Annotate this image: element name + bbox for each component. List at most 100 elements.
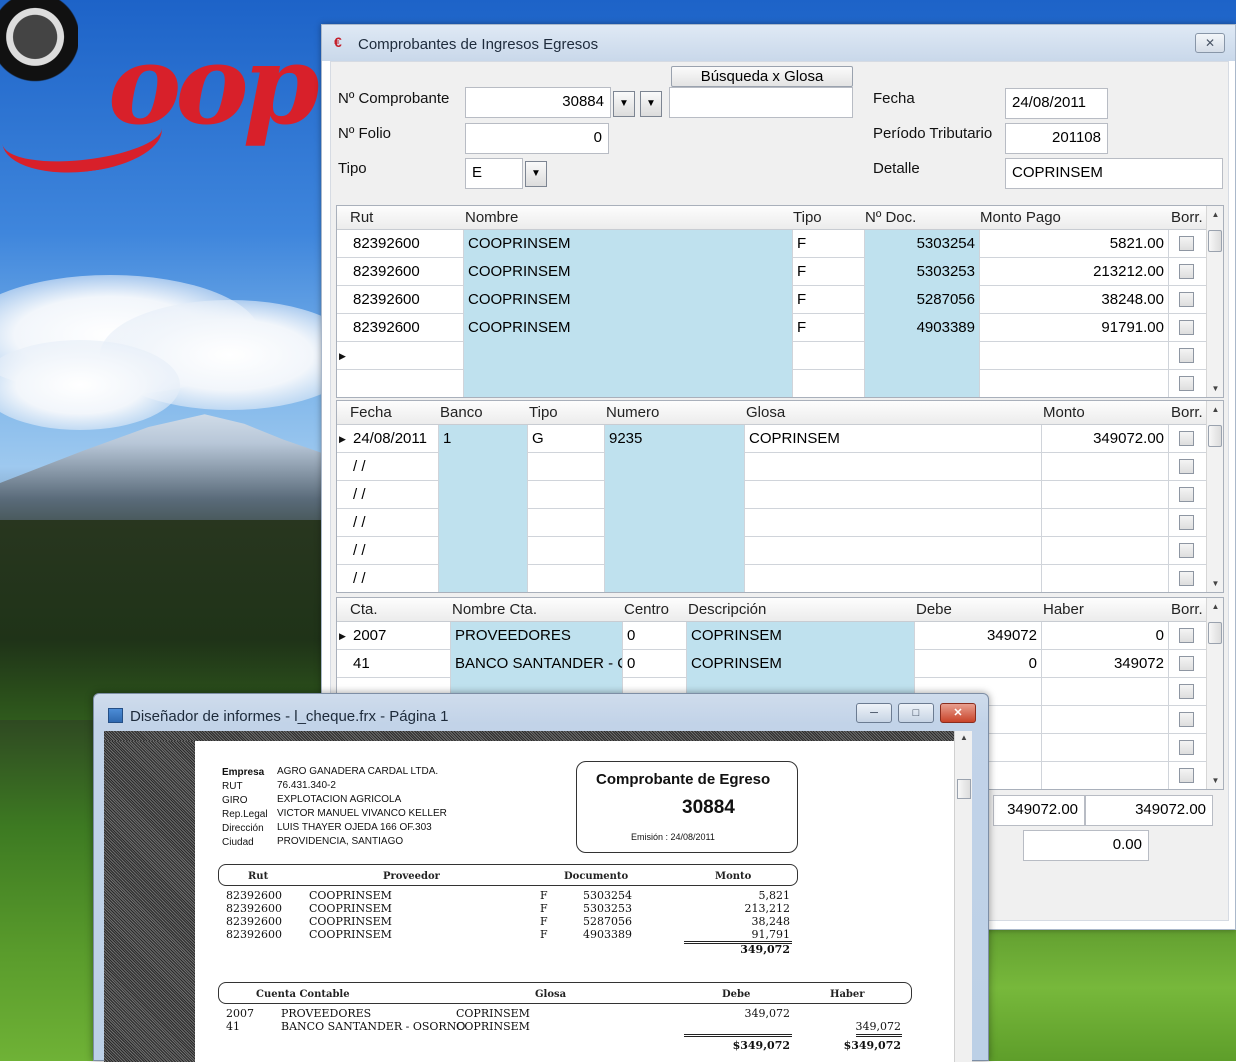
cell-descripcion[interactable]: COPRINSEM [687,650,915,678]
cell-glosa[interactable] [745,453,1042,481]
scroll-up-icon[interactable]: ▲ [1207,405,1223,414]
borrar-checkbox[interactable] [1179,543,1194,558]
window-titlebar[interactable]: € Comprobantes de Ingresos Egresos ✕ [322,25,1235,61]
comprobante-field[interactable]: 30884 [465,87,611,118]
diferencia-field[interactable]: 0.00 [1023,830,1149,861]
scroll-down-icon[interactable]: ▼ [1207,579,1223,588]
cell-cta[interactable]: 2007 [349,622,451,650]
cell-ndoc[interactable]: 4903389 [865,314,980,342]
scroll-down-icon[interactable]: ▼ [1207,384,1223,393]
col-fecha[interactable]: Fecha [350,404,392,421]
cell-banco[interactable] [439,565,528,592]
cell-nombre-cta[interactable]: BANCO SANTANDER - C [451,650,623,678]
scroll-up-icon[interactable]: ▲ [1207,602,1223,611]
table-row[interactable]: 82392600 COOPRINSEM F 4903389 91791.00 [337,314,1223,342]
cell-haber[interactable] [1042,762,1169,789]
cell-tipo[interactable] [528,453,605,481]
cell-ndoc[interactable]: 5287056 [865,286,980,314]
cell-ndoc[interactable] [865,370,980,397]
detalle-field[interactable]: COPRINSEM [1005,158,1223,189]
cell-nombre[interactable]: COOPRINSEM [464,230,793,258]
cell-tipo[interactable]: F [793,314,865,342]
folio-field[interactable]: 0 [465,123,609,154]
cell-rut[interactable]: 82392600 [349,230,464,258]
cell-monto[interactable] [1042,565,1169,592]
cell-tipo[interactable] [528,509,605,537]
cell-monto[interactable] [980,342,1169,370]
cell-numero[interactable] [605,453,745,481]
cell-monto[interactable] [1042,509,1169,537]
col-rut[interactable]: Rut [350,209,373,226]
borrar-checkbox[interactable] [1179,348,1194,363]
cheques-scrollbar[interactable]: ▲ ▼ [1206,401,1223,592]
tipo-field[interactable]: E [465,158,523,189]
scroll-thumb[interactable] [1208,230,1222,252]
cell-rut[interactable]: 82392600 [349,258,464,286]
table-row[interactable]: / / [337,481,1223,509]
cell-banco[interactable]: 1 [439,425,528,453]
borrar-checkbox[interactable] [1179,656,1194,671]
cell-ndoc[interactable]: 5303253 [865,258,980,286]
borrar-checkbox[interactable] [1179,628,1194,643]
table-row[interactable]: 82392600 COOPRINSEM F 5303254 5821.00 [337,230,1223,258]
cell-centro[interactable]: 0 [623,650,687,678]
cell-fecha[interactable]: / / [349,565,439,592]
cell-banco[interactable] [439,481,528,509]
cell-numero[interactable]: 9235 [605,425,745,453]
col-centro[interactable]: Centro [624,601,669,618]
col-nombre-cta[interactable]: Nombre Cta. [452,601,537,618]
cell-banco[interactable] [439,453,528,481]
table-row[interactable]: 82392600 COOPRINSEM F 5287056 38248.00 [337,286,1223,314]
borrar-checkbox[interactable] [1179,320,1194,335]
report-scrollbar[interactable]: ▲ [954,731,972,1062]
cell-glosa[interactable] [745,565,1042,592]
table-row[interactable]: ▶ [337,342,1223,370]
cell-nombre-cta[interactable]: PROVEEDORES [451,622,623,650]
cell-debe[interactable]: 349072 [915,622,1042,650]
cell-tipo[interactable] [793,370,865,397]
cell-glosa[interactable]: COPRINSEM [745,425,1042,453]
cell-fecha[interactable]: / / [349,537,439,565]
cell-nombre[interactable] [464,342,793,370]
col-cta[interactable]: Cta. [350,601,378,618]
cell-glosa[interactable] [745,537,1042,565]
cell-glosa[interactable] [745,481,1042,509]
close-button[interactable]: ✕ [1195,33,1225,53]
scroll-thumb[interactable] [1208,425,1222,447]
cuentas-scrollbar[interactable]: ▲ ▼ [1206,598,1223,789]
documentos-scrollbar[interactable]: ▲ ▼ [1206,206,1223,397]
cell-tipo[interactable]: F [793,258,865,286]
scroll-thumb[interactable] [957,779,971,799]
table-row[interactable]: ▶ 2007 PROVEEDORES 0 COPRINSEM 349072 0 [337,622,1223,650]
cell-monto[interactable]: 5821.00 [980,230,1169,258]
scroll-down-icon[interactable]: ▼ [1207,776,1223,785]
col-borr[interactable]: Borr. [1171,209,1203,226]
busqueda-glosa-button[interactable]: Búsqueda x Glosa [671,66,853,87]
maximize-button[interactable]: □ [898,703,934,723]
cell-rut[interactable]: 82392600 [349,286,464,314]
cell-tipo[interactable]: F [793,286,865,314]
table-row[interactable]: 41 BANCO SANTANDER - C 0 COPRINSEM 0 349… [337,650,1223,678]
col-monto-pago[interactable]: Monto Pago [980,209,1061,226]
cell-nombre[interactable]: COOPRINSEM [464,286,793,314]
cell-tipo[interactable] [793,342,865,370]
borrar-checkbox[interactable] [1179,487,1194,502]
cell-banco[interactable] [439,509,528,537]
cell-debe[interactable]: 0 [915,650,1042,678]
cell-monto[interactable] [980,370,1169,397]
cell-nombre[interactable]: COOPRINSEM [464,314,793,342]
cell-fecha[interactable]: / / [349,481,439,509]
col-ndoc[interactable]: Nº Doc. [865,209,916,226]
cell-numero[interactable] [605,509,745,537]
col-descripcion[interactable]: Descripción [688,601,766,618]
cell-fecha[interactable]: / / [349,453,439,481]
col-tipo[interactable]: Tipo [529,404,558,421]
fecha-field[interactable]: 24/08/2011 [1005,88,1108,119]
report-close-button[interactable]: ✕ [940,703,976,723]
periodo-field[interactable]: 201108 [1005,123,1108,154]
total-debe-field[interactable]: 349072.00 [993,795,1085,826]
cell-monto[interactable]: 38248.00 [980,286,1169,314]
cell-tipo[interactable] [528,537,605,565]
cell-nombre[interactable] [464,370,793,397]
cell-haber[interactable] [1042,734,1169,762]
